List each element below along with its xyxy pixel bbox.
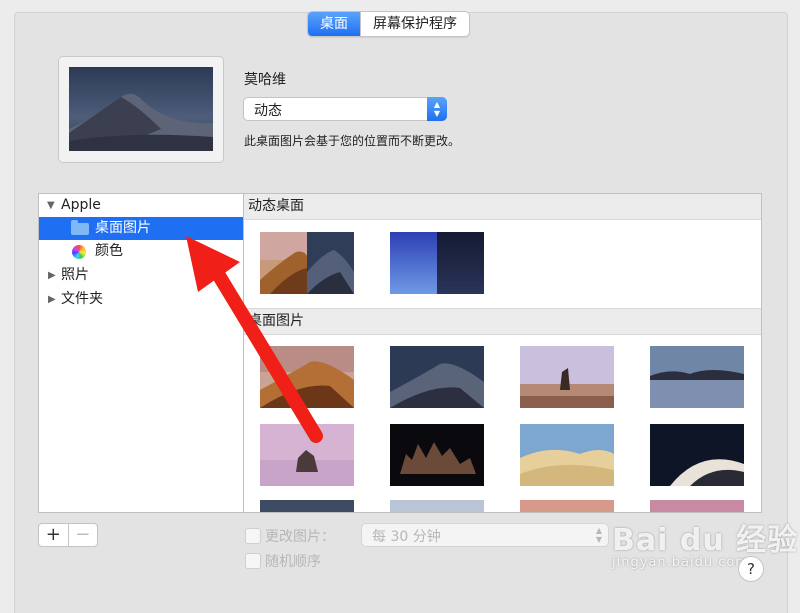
red-arrow-icon [186,236,323,443]
